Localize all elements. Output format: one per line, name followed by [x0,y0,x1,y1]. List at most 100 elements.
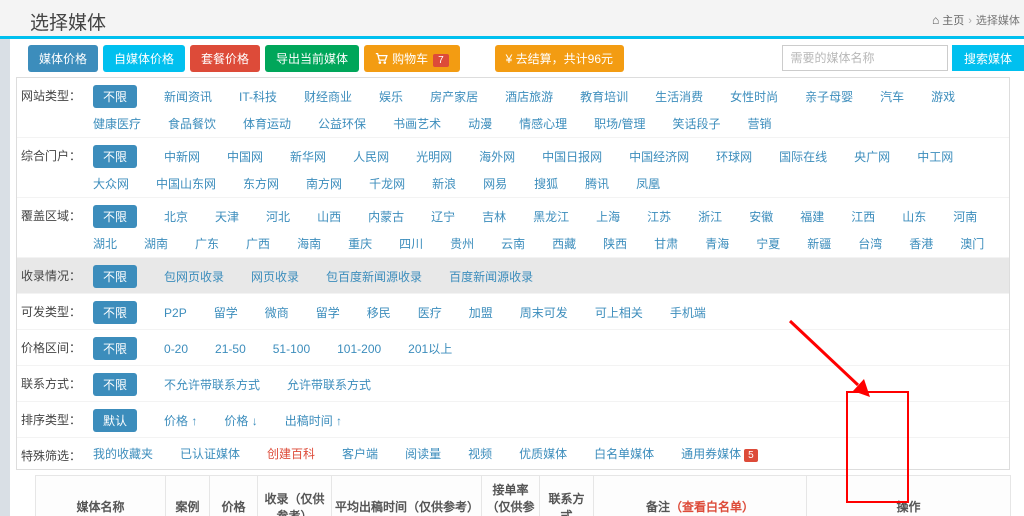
filter-option[interactable]: 周末可发 [520,304,568,321]
filter-option[interactable]: IT-科技 [239,88,277,105]
filter-option[interactable]: 0-20 [164,342,188,356]
filter-option[interactable]: 营销 [747,115,771,132]
search-media-button[interactable]: 搜索媒体 [952,45,1024,71]
filter-option[interactable]: 允许带联系方式 [287,376,371,393]
filter-option[interactable]: 财经商业 [304,88,352,105]
filter-option[interactable]: 出稿时间 ↑ [285,412,342,429]
toolbar-button-3[interactable]: 导出当前媒体 [265,45,359,72]
filter-selected-chip[interactable]: 不限 [93,373,137,396]
filter-option[interactable]: 甘肃 [654,235,678,252]
filter-option[interactable]: 搜狐 [534,175,558,192]
filter-option[interactable]: 手机端 [670,304,706,321]
filter-option[interactable]: 浙江 [698,208,722,225]
filter-option[interactable]: 包百度新闻源收录 [326,268,422,285]
filter-option[interactable]: 人民网 [353,148,389,165]
filter-option[interactable]: 我的收藏夹 [93,445,153,462]
filter-option[interactable]: 澳门 [960,235,984,252]
filter-option[interactable]: 北京 [164,208,188,225]
filter-option[interactable]: 201以上 [408,340,452,357]
filter-option[interactable]: 南方网 [306,175,342,192]
filter-option[interactable]: 国际在线 [779,148,827,165]
filter-option[interactable]: 教育培训 [580,88,628,105]
filter-option[interactable]: 中工网 [917,148,953,165]
filter-option[interactable]: 女性时尚 [730,88,778,105]
filter-option[interactable]: 动漫 [468,115,492,132]
filter-option[interactable]: 央广网 [854,148,890,165]
filter-option[interactable]: 海南 [297,235,321,252]
filter-selected-chip[interactable]: 不限 [93,337,137,360]
filter-option[interactable]: 吉林 [482,208,506,225]
filter-option[interactable]: 移民 [367,304,391,321]
filter-option[interactable]: 湖北 [93,235,117,252]
filter-option[interactable]: 中国山东网 [156,175,216,192]
filter-option[interactable]: 江西 [851,208,875,225]
filter-option[interactable]: 福建 [800,208,824,225]
filter-option[interactable]: 香港 [909,235,933,252]
filter-option[interactable]: 中国日报网 [542,148,602,165]
breadcrumb-home[interactable]: 主页 [942,15,964,27]
search-input[interactable] [782,45,948,71]
filter-option[interactable]: 河南 [953,208,977,225]
filter-option[interactable]: 价格 ↓ [224,412,257,429]
filter-option[interactable]: 山西 [317,208,341,225]
filter-option[interactable]: 辽宁 [431,208,455,225]
filter-option[interactable]: 宁夏 [756,235,780,252]
filter-selected-chip[interactable]: 不限 [93,265,137,288]
filter-option[interactable]: 上海 [596,208,620,225]
filter-option[interactable]: 价格 ↑ [164,412,197,429]
filter-option[interactable]: 湖南 [144,235,168,252]
filter-selected-chip[interactable]: 不限 [93,85,137,108]
filter-option[interactable]: 江苏 [647,208,671,225]
filter-option[interactable]: 汽车 [880,88,904,105]
filter-option[interactable]: 贵州 [450,235,474,252]
filter-option[interactable]: 酒店旅游 [505,88,553,105]
filter-option[interactable]: 网易 [483,175,507,192]
filter-option[interactable]: 可上相关 [595,304,643,321]
filter-option[interactable]: 重庆 [348,235,372,252]
toolbar-button-0[interactable]: 媒体价格 [28,45,98,72]
filter-option[interactable]: 健康医疗 [93,115,141,132]
filter-option[interactable]: 21-50 [215,342,246,356]
filter-option[interactable]: 中国网 [227,148,263,165]
filter-option[interactable]: P2P [164,306,187,320]
toolbar-button-5[interactable]: ¥ 去结算，共计96元 [495,45,624,72]
filter-option[interactable]: 生活消费 [655,88,703,105]
filter-option[interactable]: 云南 [501,235,525,252]
filter-option[interactable]: 留学 [316,304,340,321]
filter-option[interactable]: 环球网 [716,148,752,165]
filter-option[interactable]: 新闻资讯 [164,88,212,105]
filter-option[interactable]: 腾讯 [585,175,609,192]
filter-option[interactable]: 阅读量 [405,445,441,462]
filter-option[interactable]: 四川 [399,235,423,252]
filter-option[interactable]: 台湾 [858,235,882,252]
filter-option[interactable]: 通用券媒体5 [681,445,758,462]
filter-option[interactable]: 创建百科 [267,445,315,462]
filter-option[interactable]: 微商 [265,304,289,321]
toolbar-button-1[interactable]: 自媒体价格 [103,45,185,72]
filter-option[interactable]: 新浪 [432,175,456,192]
filter-option[interactable]: 新疆 [807,235,831,252]
filter-option[interactable]: 千龙网 [369,175,405,192]
toolbar-button-2[interactable]: 套餐价格 [190,45,260,72]
filter-option[interactable]: 天津 [215,208,239,225]
filter-option[interactable]: 山东 [902,208,926,225]
filter-option[interactable]: 优质媒体 [519,445,567,462]
filter-selected-chip[interactable]: 不限 [93,145,137,168]
filter-option[interactable]: 海外网 [479,148,515,165]
filter-option[interactable]: 房产家居 [430,88,478,105]
filter-selected-chip[interactable]: 默认 [93,409,137,432]
filter-option[interactable]: 广西 [246,235,270,252]
whitelist-link[interactable]: （查看白名单） [670,500,754,514]
filter-option[interactable]: 视频 [468,445,492,462]
filter-option[interactable]: 游戏 [931,88,955,105]
filter-option[interactable]: 情感心理 [519,115,567,132]
filter-option[interactable]: 新华网 [290,148,326,165]
filter-option[interactable]: 内蒙古 [368,208,404,225]
filter-option[interactable]: 河北 [266,208,290,225]
filter-selected-chip[interactable]: 不限 [93,205,137,228]
filter-option[interactable]: 白名单媒体 [594,445,654,462]
filter-option[interactable]: 加盟 [469,304,493,321]
filter-option[interactable]: 食品餐饮 [168,115,216,132]
filter-option[interactable]: 笑话段子 [672,115,720,132]
filter-option[interactable]: 医疗 [418,304,442,321]
